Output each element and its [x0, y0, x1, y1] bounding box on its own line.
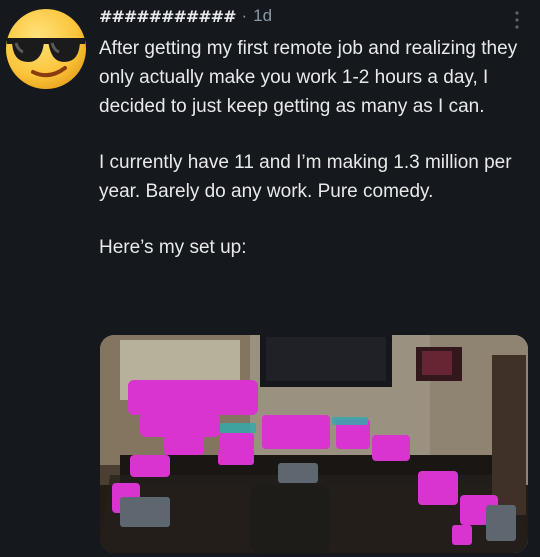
separator-dot: · [241, 6, 248, 25]
desk-setup-photo [100, 335, 528, 553]
username[interactable]: ########### [99, 7, 236, 26]
post-card: ########### · 1d After getting my first … [0, 0, 540, 557]
post-text: After getting my first remote job and re… [99, 34, 519, 262]
avatar[interactable] [3, 6, 89, 92]
post-image[interactable] [100, 335, 528, 553]
sunglasses-emoji-icon [6, 9, 86, 89]
post-paragraph: Here’s my set up: [99, 237, 247, 258]
more-vertical-icon[interactable] [514, 10, 520, 30]
post-header: ########### · 1d [99, 4, 272, 28]
post-paragraph: I currently have 11 and I’m making 1.3 m… [99, 152, 512, 202]
post-paragraph: After getting my first remote job and re… [99, 38, 518, 117]
timestamp[interactable]: 1d [253, 6, 272, 26]
